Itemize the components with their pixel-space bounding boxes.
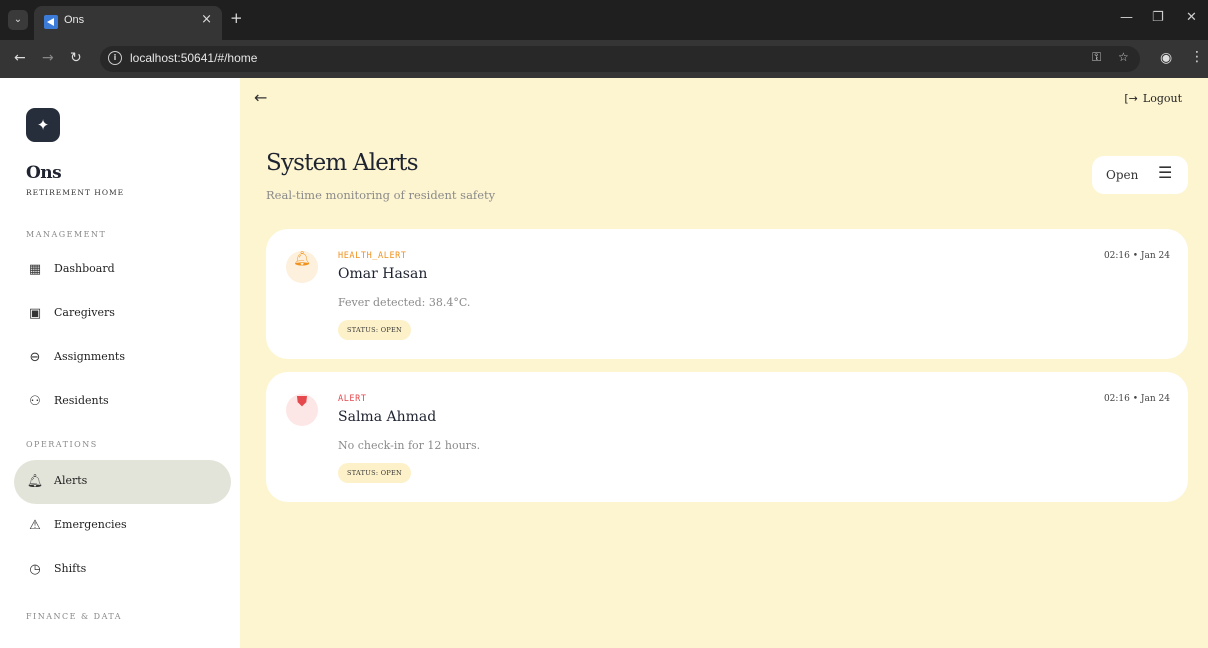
alert-message: Fever detected: 38.4°C. (338, 296, 471, 309)
section-finance: FINANCE & DATA (26, 612, 123, 621)
sidebar-item-dashboard[interactable]: ▦ Dashboard (14, 248, 231, 292)
section-operations: OPERATIONS (26, 440, 98, 449)
url-text: localhost:50641/#/home (130, 51, 258, 65)
bell-ring-icon: 🔔︎ (286, 251, 318, 283)
reload-icon[interactable]: ↻ (70, 50, 82, 66)
alert-card[interactable]: 🔔︎ HEALTH_ALERT Omar Hasan Fever detecte… (266, 229, 1188, 359)
profile-icon[interactable]: ◉ (1160, 50, 1172, 66)
sidebar-item-label: Shifts (54, 562, 87, 575)
alert-card[interactable]: ⛊ ALERT Salma Ahmad No check-in for 12 h… (266, 372, 1188, 502)
browser-tab-strip: ⌄ Ons × + — ❐ ✕ (0, 0, 1208, 40)
back-arrow-icon[interactable]: ← (254, 88, 267, 107)
brand-name: Ons (26, 163, 62, 183)
sidebar-item-label: Alerts (54, 474, 88, 487)
logout-icon: [→ (1124, 92, 1138, 105)
sidebar-item-label: Dashboard (54, 262, 115, 275)
resident-name: Omar Hasan (338, 266, 428, 282)
site-info-icon[interactable]: i (108, 51, 122, 65)
sidebar: ✦ Ons RETIREMENT HOME MANAGEMENT ▦ Dashb… (0, 78, 240, 648)
status-filter-dropdown[interactable]: Open ☰ (1092, 156, 1188, 194)
people-icon: ⚇ (29, 394, 41, 409)
dashboard-icon: ▦ (28, 262, 42, 277)
password-key-icon[interactable]: ⚿ (1092, 50, 1101, 65)
tab-title: Ons (64, 14, 85, 26)
alert-timestamp: 02:16 • Jan 24 (1103, 251, 1170, 261)
badge-icon: ▣ (28, 306, 42, 321)
tab-close-icon[interactable]: × (201, 12, 212, 27)
status-badge: STATUS: OPEN (338, 463, 412, 483)
filter-icon: ☰ (1158, 163, 1173, 182)
new-tab-button[interactable]: + (230, 9, 243, 27)
warning-icon: ⚠︎ (29, 518, 41, 533)
close-window-icon[interactable]: ✕ (1186, 10, 1197, 25)
alert-message: No check-in for 12 hours. (338, 439, 481, 452)
browser-tab[interactable]: Ons × (34, 6, 222, 40)
sidebar-item-emergencies[interactable]: ⚠︎ Emergencies (14, 504, 231, 548)
sidebar-item-label: Residents (54, 394, 109, 407)
alert-timestamp: 02:16 • Jan 24 (1103, 394, 1170, 404)
sidebar-item-label: Assignments (54, 350, 125, 363)
restore-icon[interactable]: ❐ (1152, 10, 1164, 25)
sidebar-item-shifts[interactable]: ◷ Shifts (14, 548, 231, 592)
sidebar-item-label: Caregivers (54, 306, 115, 319)
logout-label: Logout (1142, 92, 1182, 105)
address-bar[interactable]: i localhost:50641/#/home ⚿ ☆ (100, 46, 1140, 72)
sidebar-item-alerts[interactable]: 🔔︎ Alerts (14, 460, 231, 504)
page-subtitle: Real-time monitoring of resident safety (266, 188, 496, 202)
filter-value: Open (1106, 168, 1139, 182)
main-content: ← [→ Logout System Alerts Real-time monit… (240, 78, 1208, 648)
sidebar-item-label: Emergencies (54, 518, 127, 531)
resident-name: Salma Ahmad (338, 409, 437, 425)
forward-nav-icon[interactable]: → (42, 50, 54, 66)
link-icon: ⊖ (29, 350, 41, 365)
bookmark-star-icon[interactable]: ☆ (1118, 50, 1129, 64)
alert-type: ALERT (338, 394, 367, 404)
minimize-icon[interactable]: — (1120, 10, 1133, 25)
shield-alert-icon: ⛊ (286, 394, 318, 426)
tab-search-button[interactable]: ⌄ (8, 10, 28, 30)
page-title: System Alerts (266, 150, 419, 176)
clock-icon: ◷ (29, 562, 41, 577)
app-logo-icon: ✦ (26, 108, 60, 142)
bell-icon: 🔔︎ (26, 474, 44, 489)
sidebar-item-residents[interactable]: ⚇ Residents (14, 380, 231, 424)
browser-toolbar: ← → ↻ i localhost:50641/#/home ⚿ ☆ ◉ ⋮ (0, 40, 1208, 78)
section-management: MANAGEMENT (26, 230, 107, 239)
flutter-icon (44, 15, 58, 29)
back-nav-icon[interactable]: ← (14, 50, 26, 66)
sidebar-item-assignments[interactable]: ⊖ Assignments (14, 336, 231, 380)
status-badge: STATUS: OPEN (338, 320, 412, 340)
menu-kebab-icon[interactable]: ⋮ (1190, 49, 1204, 65)
sidebar-item-caregivers[interactable]: ▣ Caregivers (14, 292, 231, 336)
alert-type: HEALTH_ALERT (338, 251, 407, 261)
logout-button[interactable]: [→ Logout (1124, 92, 1182, 105)
brand-subtitle: RETIREMENT HOME (26, 188, 125, 197)
